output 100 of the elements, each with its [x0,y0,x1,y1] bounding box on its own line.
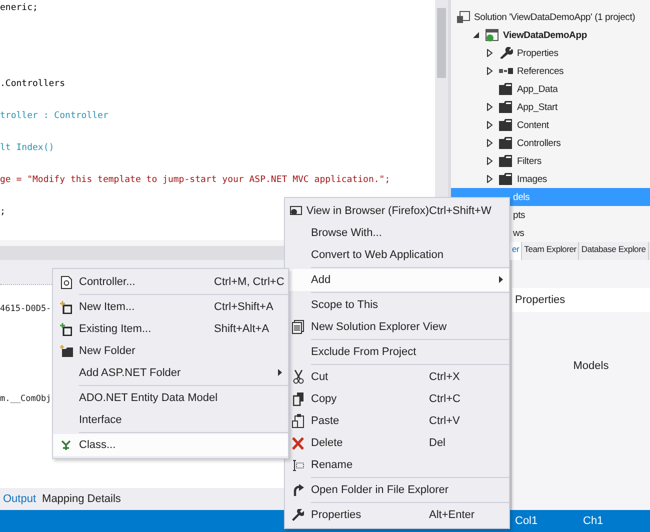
code-line: lt Index() [0,142,54,155]
folder-icon [499,155,513,167]
folder-icon [499,173,513,185]
delete-icon [292,436,304,450]
menu-item[interactable]: Controller... Ctrl+M, Ctrl+C [53,271,288,293]
curved-arrow-icon [292,484,304,496]
rename-icon [292,460,304,470]
submenu-arrow-icon [278,369,282,376]
menu-item[interactable]: New Folder [53,340,288,362]
tree-item[interactable]: Filters [451,152,650,170]
code-line: ge = "Modify this template to jump-start your ASP.NET MVC application."; [0,174,390,187]
menu-item[interactable]: Add ASP.NET Folder [53,362,288,384]
wrench-icon [499,47,513,59]
menu-item[interactable]: Exclude From Project [285,341,509,363]
tree-item-label: Images [517,174,547,184]
document-icon [60,276,72,288]
panel-title: Properties [515,294,566,306]
tree-item-label: ViewDataDemoApp [503,30,587,40]
tree-item-label: Controllers [517,138,561,148]
scissors-icon [292,370,304,384]
tree-item[interactable]: References [451,62,650,80]
shortcut-label: Alt+Enter [429,509,476,521]
column-indicator: Col1 [515,515,539,527]
menu-item[interactable]: Paste Ctrl+V [285,410,509,432]
collapse-arrow-icon[interactable] [473,32,479,38]
folder-icon [499,101,513,113]
folder-icon [499,137,513,149]
wrench-icon [292,509,304,521]
menu-item[interactable]: Convert to Web Application [285,244,509,266]
tree-item-label: App_Data [517,84,558,94]
expand-arrow-icon[interactable] [487,175,493,183]
add-item-icon [60,300,72,314]
copy-icon [292,392,304,406]
output-line: m.__ComObj [0,393,52,406]
shortcut-label: Shift+Alt+A [214,323,270,335]
menu-item[interactable]: New Solution Explorer View [285,316,509,338]
menu-item[interactable]: Existing Item... Shift+Alt+A [53,318,288,340]
tree-item[interactable]: Controllers [451,134,650,152]
menu-item[interactable]: Delete Del [285,432,509,454]
scrollbar-thumb[interactable] [437,8,446,78]
project-icon [485,28,499,42]
character-indicator: Ch1 [583,515,604,527]
menu-item[interactable]: Interface [53,409,288,431]
shortcut-label: Ctrl+X [429,371,461,383]
add-item-icon [60,322,72,336]
folder-icon [499,119,513,131]
menu-item[interactable]: ADO.NET Entity Data Model [53,387,288,409]
shortcut-label: Ctrl+Shift+A [214,301,274,313]
tree-item[interactable]: Properties [451,44,650,62]
references-icon [499,67,513,75]
shortcut-label: Ctrl+V [429,415,461,427]
tree-item[interactable]: Content [451,116,650,134]
expand-arrow-icon[interactable] [487,49,493,57]
submenu-arrow-icon [499,276,503,283]
panel-tab[interactable]: Output [0,493,40,505]
tree-item-label: ws [513,228,524,238]
tree-item-label: References [517,66,564,76]
tree-item-label: Filters [517,156,542,166]
menu-item[interactable]: Class... [53,434,288,456]
menu-item[interactable]: Cut Ctrl+X [285,366,509,388]
menu-item[interactable]: Scope to This [285,294,509,316]
solution-icon [457,11,470,23]
shortcut-label: Ctrl+M, Ctrl+C [214,276,286,288]
tree-item[interactable]: Images [451,170,650,188]
tree-item-label: App_Start [517,102,558,112]
panel-tab[interactable]: er [510,242,522,260]
folder-icon [499,83,513,95]
menu-item[interactable]: Browse With... [285,222,509,244]
tree-item[interactable]: ViewDataDemoApp [451,26,650,44]
shortcut-label: Ctrl+Shift+W [429,205,492,217]
browser-icon [290,206,302,216]
menu-item[interactable]: Open Folder in File Explorer [285,479,509,501]
expand-arrow-icon[interactable] [487,67,493,75]
tree-item[interactable]: App_Start [451,98,650,116]
property-value: Models [573,360,609,372]
panel-tab[interactable]: Mapping Details [39,493,124,505]
shortcut-label: Ctrl+C [429,393,462,405]
tree-item-label: dels [513,192,530,202]
expand-arrow-icon[interactable] [487,157,493,165]
output-line: 4615-D0D5- [0,303,52,316]
menu-item[interactable]: Rename [285,454,509,476]
new-folder-icon [60,345,72,357]
shortcut-label: Del [429,437,447,449]
menu-item[interactable]: Properties Alt+Enter [285,504,509,526]
tree-item-label: Content [517,120,549,130]
class-icon [60,439,72,451]
tree-item-label: Properties [517,48,558,58]
tree-item-label: Solution 'ViewDataDemoApp' (1 project) [474,12,636,22]
expand-arrow-icon[interactable] [487,121,493,129]
tree-item[interactable]: Solution 'ViewDataDemoApp' (1 project) [451,8,650,26]
menu-item[interactable]: Copy Ctrl+C [285,388,509,410]
menu-item[interactable]: New Item... Ctrl+Shift+A [53,296,288,318]
expand-arrow-icon[interactable] [487,103,493,111]
clipboard-icon [292,414,304,428]
code-line: .Controllers [0,78,66,91]
window-icon [292,320,304,334]
code-line: ; [0,206,6,219]
code-line: eneric; [0,2,38,15]
expand-arrow-icon[interactable] [487,139,493,147]
tree-item[interactable]: App_Data [451,80,650,98]
